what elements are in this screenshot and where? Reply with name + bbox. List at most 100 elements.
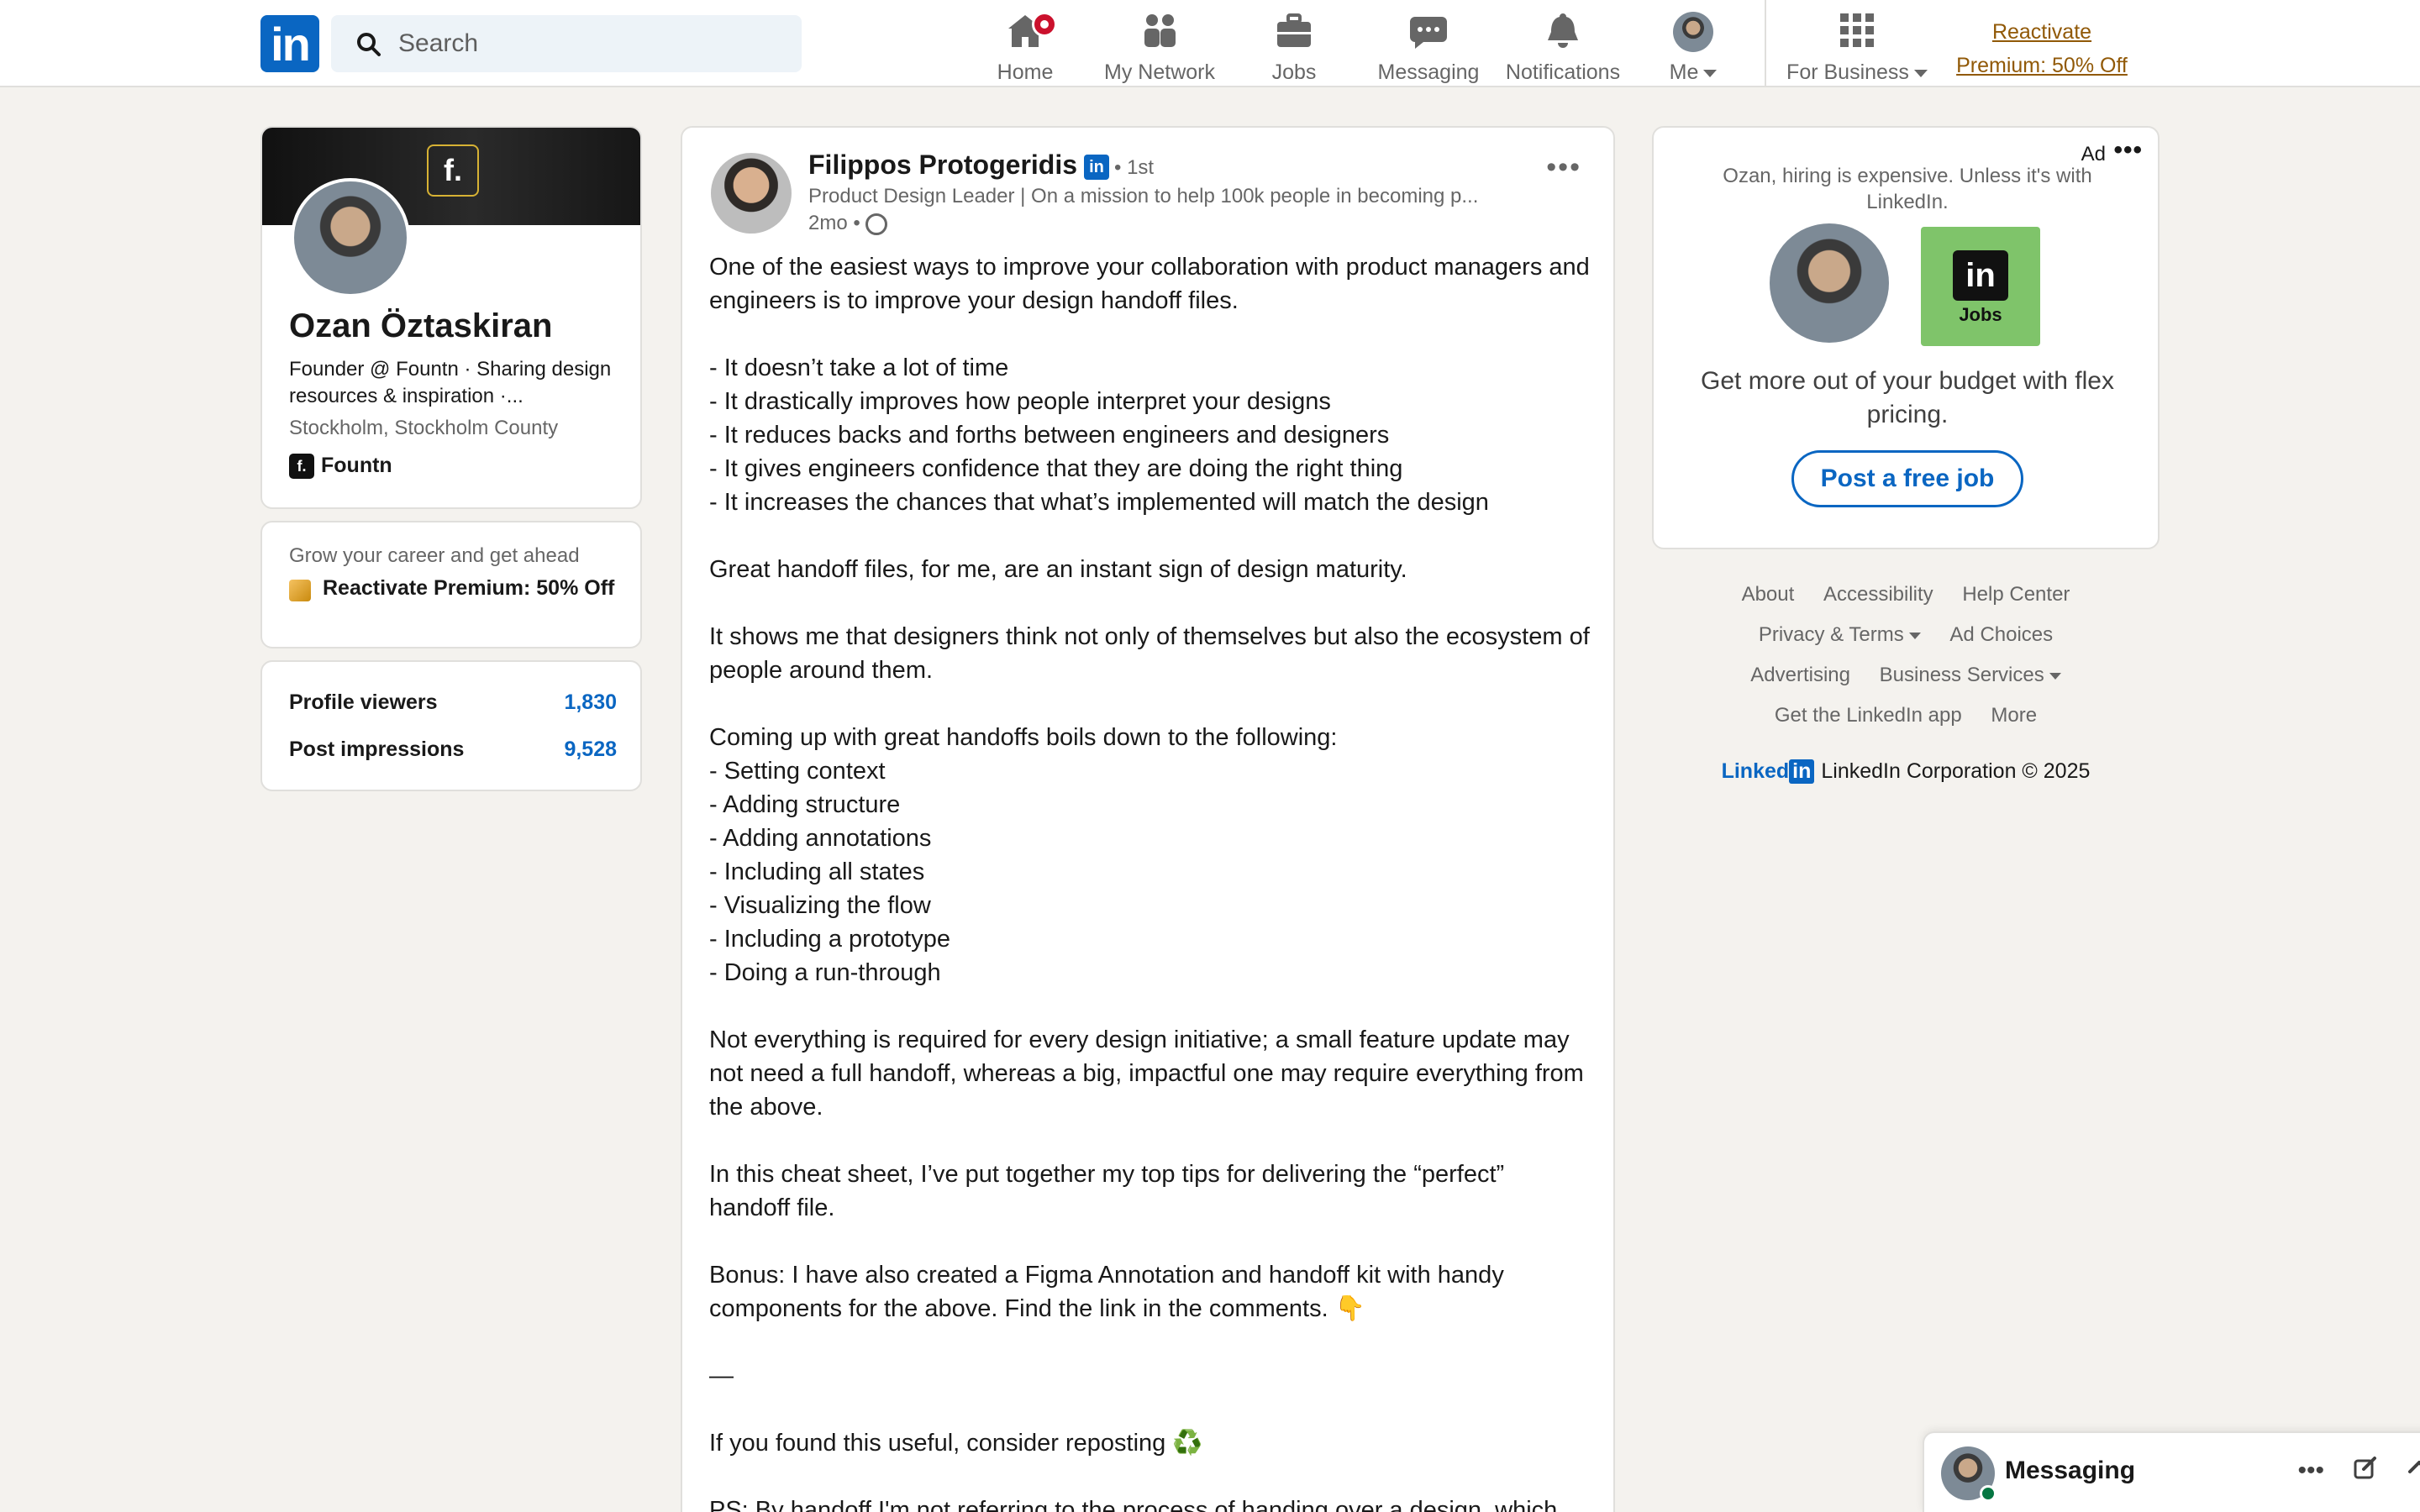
post-free-job-button[interactable]: Post a free job [1791,450,2023,507]
premium-prompt: Grow your career and get ahead [289,544,580,567]
stat-post-impressions[interactable]: Post impressions 9,528 [289,738,617,762]
footer-link-ad-choices[interactable]: Ad Choices [1949,623,2053,646]
reactivate-line-2: Premium: 50% Off [1956,54,2128,77]
profile-headline: Founder @ Fountn · Sharing design resour… [289,358,612,407]
nav-jobs-label: Jobs [1271,60,1317,84]
search-input[interactable] [398,15,785,72]
post-meta: 2mo • [808,212,887,235]
bell-icon [1496,12,1630,55]
reactivate-line-1: Reactivate [1991,20,2092,44]
people-icon [1092,12,1227,55]
company-logo-icon: f. [289,454,314,480]
globe-icon [865,213,887,235]
post-paragraph: One of the easiest ways to improve your … [709,254,1590,314]
profile-name[interactable]: Ozan Öztaskiran [289,307,552,345]
ad-more-options-icon[interactable]: ••• [2113,136,2143,165]
nav-notifications[interactable]: Notifications [1496,8,1630,84]
linkedin-premium-icon: in [1084,154,1110,180]
messaging-more-icon[interactable]: ••• [2297,1457,2324,1485]
post-paragraph: PS: By handoff I'm not referring to the … [709,1497,1558,1512]
post-paragraph: Great handoff files, for me, are an inst… [709,556,1407,583]
chevron-down-icon [1913,69,1928,77]
chevron-up-icon[interactable] [2407,1455,2420,1487]
author-headline: Product Design Leader | On a mission to … [808,185,1479,207]
nav-my-network[interactable]: My Network [1092,8,1227,84]
chevron-down-icon [2049,672,2061,680]
premium-card[interactable]: Grow your career and get ahead Reactivat… [260,521,642,648]
stat-value: 9,528 [564,738,617,761]
messaging-title[interactable]: Messaging [2005,1457,2135,1485]
stat-profile-viewers[interactable]: Profile viewers 1,830 [289,690,617,715]
footer-link-get-app[interactable]: Get the LinkedIn app [1775,704,1962,727]
profile-card[interactable]: f. Ozan Öztaskiran Founder @ Fountn · Sh… [260,126,642,509]
premium-icon [289,580,311,601]
linkedin-wordmark: Linked [1721,759,1790,783]
stat-value: 1,830 [564,690,617,714]
footer-link-help-center[interactable]: Help Center [1962,583,2070,606]
linkedin-logo[interactable]: in [260,15,319,72]
post-paragraph: Bonus: I have also created a Figma Annot… [709,1262,1504,1322]
post-author[interactable]: Filippos Protogeridis in • 1st [808,150,1154,181]
chat-icon [1361,12,1496,55]
nav-for-business[interactable]: For Business [1781,8,1933,84]
avatar [1647,12,1739,55]
footer-link-more[interactable]: More [1991,704,2037,727]
premium-offer[interactable]: Reactivate Premium: 50% Off [289,575,625,601]
ad-copy: Get more out of your budget with flex pr… [1701,367,2114,428]
profile-company[interactable]: f. Fountn [289,454,392,480]
post-paragraph: — [709,1362,734,1389]
copyright: Linked in LinkedIn Corporation © 2025 [1652,759,2160,784]
nav-for-business-label: For Business [1786,60,1909,84]
author-avatar[interactable] [711,153,792,234]
post-paragraph: In this cheat sheet, I’ve put together m… [709,1161,1505,1221]
post-paragraph: Not everything is required for every des… [709,1026,1584,1121]
home-icon [983,12,1067,55]
ad-tagline: Ozan, hiring is expensive. Unless it's w… [1723,165,2092,213]
feed-post: Filippos Protogeridis in • 1st Product Des… [681,126,1615,1512]
footer-link-advertising[interactable]: Advertising [1750,664,1850,686]
jobs-logo-label: Jobs [1959,304,2002,325]
nav-messaging-label: Messaging [1377,60,1480,84]
nav-divider [1765,0,1766,87]
post-paragraph: - It doesn’t take a lot of time - It dra… [709,354,1489,516]
profile-company-name: Fountn [321,454,392,477]
top-nav: in Home My Network Jobs Messaging [0,0,2420,87]
footer-links: About Accessibility Help Center Privacy … [1652,578,2160,739]
connection-degree: • 1st [1114,156,1155,179]
ad-user-avatar [1770,223,1889,343]
nav-messaging[interactable]: Messaging [1361,8,1496,84]
nav-me[interactable]: Me [1647,8,1739,84]
online-status-icon [1980,1485,1996,1502]
footer-link-about[interactable]: About [1742,583,1795,606]
nav-notifications-label: Notifications [1505,60,1621,84]
compose-icon[interactable] [2353,1455,2378,1487]
footer-link-label: Business Services [1879,664,2044,686]
footer-link-privacy-terms[interactable]: Privacy & Terms [1759,623,1921,646]
search-bar[interactable] [331,15,802,72]
post-time: 2mo • [808,212,860,234]
profile-location: Stockholm, Stockholm County [289,417,559,439]
nav-my-network-label: My Network [1104,60,1215,84]
nav-me-label: Me [1669,60,1699,84]
footer-link-accessibility[interactable]: Accessibility [1823,583,1933,606]
reactivate-premium-link[interactable]: Reactivate Premium: 50% Off [1941,15,2143,82]
post-more-options-icon[interactable]: ••• [1546,151,1581,184]
jobs-logo-mark: in [1953,250,2008,301]
post-paragraph: If you found this useful, consider repos… [709,1430,1203,1457]
profile-avatar[interactable] [291,178,410,297]
nav-home[interactable]: Home [983,8,1067,84]
chevron-down-icon [1703,69,1718,77]
linkedin-jobs-logo: in Jobs [1921,227,2040,346]
stats-card: Profile viewers 1,830 Post impressions 9… [260,660,642,791]
linkedin-wordmark-box: in [1789,759,1815,784]
nav-jobs[interactable]: Jobs [1252,8,1336,84]
messaging-overlay[interactable]: Messaging ••• [1923,1431,2420,1512]
search-icon [356,32,381,61]
briefcase-icon [1252,12,1336,55]
notification-badge [1032,12,1057,37]
footer-link-business-services[interactable]: Business Services [1880,664,2061,686]
chevron-down-icon [1908,632,1921,639]
nav-home-label: Home [997,60,1054,84]
ad-card: Ad ••• Ozan, hiring is expensive. Unless… [1652,126,2160,549]
post-body: One of the easiest ways to improve your … [709,250,1591,1512]
